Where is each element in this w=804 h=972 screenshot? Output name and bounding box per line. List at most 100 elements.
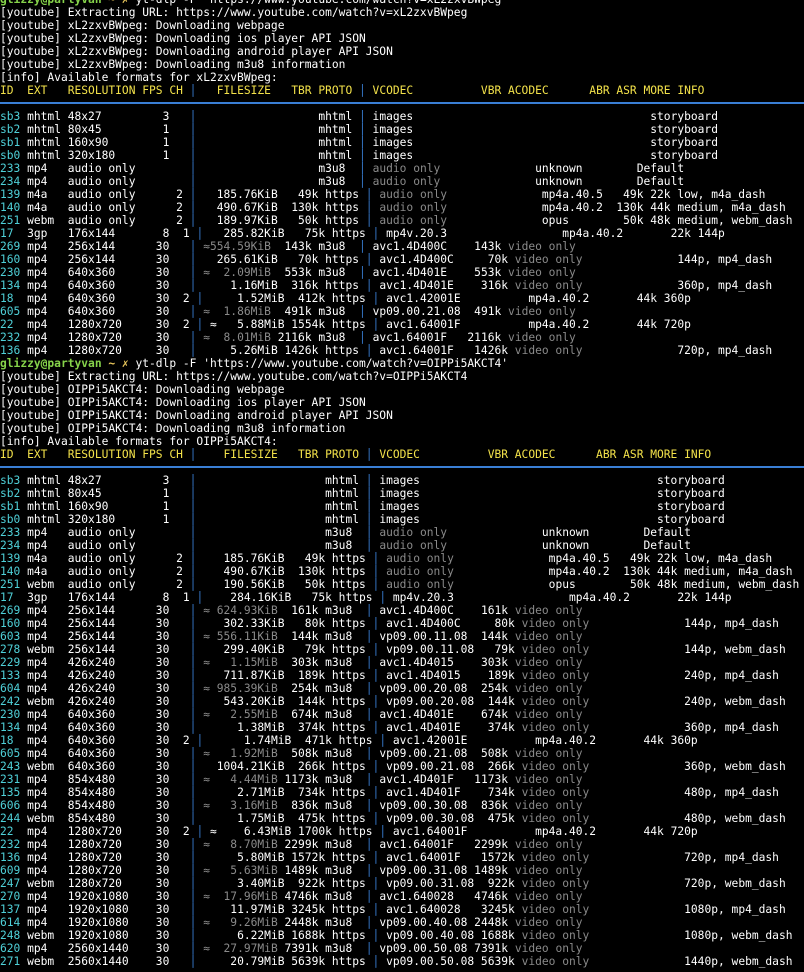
- format-id: 620: [0, 942, 21, 955]
- format-size: 20.79MiB 5639k https: [196, 955, 373, 968]
- format-codec-info: unknown Default: [440, 175, 685, 188]
- format-codec-info: mp4a.40.2 130k 44k medium, m4a_dash: [453, 565, 793, 578]
- format-codec-info: video only: [514, 916, 583, 929]
- format-codec-info: avc1.4D401F 1173k: [372, 773, 515, 786]
- format-codec-info: vp09.00.20.08 254k: [372, 682, 515, 695]
- format-size: 3.40MiB 922k https: [196, 877, 373, 890]
- column-pipe: │: [365, 214, 373, 227]
- format-codec-info: avc1.4D401E 316k: [372, 279, 515, 292]
- column-pipe: │: [365, 500, 373, 513]
- format-row: 230 mp4 640x360 30 │ ≈ 2.55MiB 674k m3u8…: [0, 708, 804, 721]
- format-codec-info: audio only: [386, 578, 454, 591]
- log-line: [youtube] OIPPi5AKCT4: Downloading m3u8 …: [0, 422, 346, 435]
- format-size: 1.38MiB 374k https: [196, 721, 373, 734]
- format-id: 606: [0, 799, 21, 812]
- format-codec-info: video only: [514, 656, 583, 669]
- prompt-user: glizzy@partyvan: [0, 357, 102, 370]
- column-pipe: │: [359, 84, 366, 97]
- format-codec-info: avc1.640028 3245k: [379, 903, 522, 916]
- format-size: 508k m3u8: [277, 747, 366, 760]
- format-size: 490.67KiB 130k https: [196, 201, 366, 214]
- format-row: 22 mp4 1280x720 30 2 │ ≈ 5.88MiB 1554k h…: [0, 318, 804, 331]
- format-size: ≈ 2.55MiB: [203, 708, 278, 721]
- format-id: 160: [0, 253, 21, 266]
- format-size: 674k m3u8: [277, 708, 366, 721]
- format-row: 17 3gp 176x144 8 1 │ 284.16KiB 75k https…: [0, 591, 804, 604]
- format-codec-info: mp4a.40.5 49k 22k low, m4a_dash: [447, 188, 766, 201]
- format-codec-info: video only: [514, 682, 583, 695]
- format-ext-res: mhtml 48x27 3: [20, 110, 190, 123]
- format-codec-info: video only: [508, 266, 576, 279]
- format-codec-info: video only: [508, 331, 576, 344]
- format-id: 17: [0, 227, 21, 240]
- format-size: 299.40KiB 79k https: [196, 643, 373, 656]
- format-ext-res: mp4 640x360 30: [20, 266, 190, 279]
- format-codec-info: 1080p, webm_dash: [589, 929, 793, 942]
- format-id: 251: [0, 214, 21, 227]
- rule-line: [0, 466, 804, 468]
- format-size: 553k m3u8: [270, 266, 360, 279]
- format-id: 139: [0, 552, 21, 565]
- format-id: 232: [0, 838, 21, 851]
- format-codec-info: audio only: [379, 539, 448, 552]
- format-ext-res: mp4 640x360 30 2: [20, 734, 197, 747]
- format-codec-info: unknown Default: [447, 526, 691, 539]
- format-codec-info: video only: [514, 344, 583, 357]
- format-codec-info: video only: [514, 708, 583, 721]
- format-codec-info: video only: [508, 305, 576, 318]
- format-row: 134 mp4 640x360 30 │ 1.38MiB 374k https …: [0, 721, 804, 734]
- format-size: 2116k m3u8: [270, 331, 360, 344]
- format-size: 190.56KiB 50k https: [196, 578, 373, 591]
- format-ext-res: mhtml 48x27 3: [20, 474, 190, 487]
- format-id: 603: [0, 630, 21, 643]
- format-size: 6.22MiB 1688k https: [196, 929, 373, 942]
- format-ext-res: mhtml 80x45 1: [20, 123, 190, 136]
- format-ext-res: mp4 640x360 30: [20, 305, 190, 318]
- column-pipe: │: [359, 266, 366, 279]
- format-row: 230 mp4 640x360 30 │ ≈ 2.09MiB 553k m3u8…: [0, 266, 804, 279]
- format-codec-info: vp09.00.21.08 508k: [372, 747, 515, 760]
- column-pipe: │: [365, 526, 373, 539]
- format-row: sb3 mhtml 48x27 3 │ mhtml │ images story…: [0, 110, 804, 123]
- format-codec-info: images storyboard: [365, 149, 718, 162]
- format-id: sb3: [0, 474, 21, 487]
- format-row: 234 mp4 audio only │ m3u8 │ audio only u…: [0, 539, 804, 552]
- format-codec-info: 1080p, mp4_dash: [589, 903, 786, 916]
- column-pipe: │: [365, 344, 373, 357]
- log-line: [youtube] Extracting URL: https://www.yo…: [0, 6, 468, 19]
- format-codec-info: video only: [521, 643, 590, 656]
- format-size: 1173k m3u8: [277, 773, 366, 786]
- format-id: sb2: [0, 123, 21, 136]
- format-row: 603 mp4 256x144 30 │ ≈ 556.11KiB 144k m3…: [0, 630, 804, 643]
- column-pipe: │: [365, 630, 373, 643]
- format-id: 233: [0, 526, 21, 539]
- format-codec-info: video only: [521, 617, 590, 630]
- log-line: [youtube] xL2zxvBWpeg: Downloading ios p…: [0, 32, 366, 45]
- format-ext-res: mp4 2560x1440 30: [20, 942, 190, 955]
- format-size: ≈ 9.26MiB: [203, 916, 278, 929]
- format-codec-info: audio only: [386, 552, 454, 565]
- format-id: 22: [0, 318, 21, 331]
- format-size: 1.52MiB 412k https: [203, 292, 373, 305]
- format-ext-res: mp4 854x480 30: [20, 786, 190, 799]
- format-size: 1489k m3u8: [277, 864, 366, 877]
- format-size: ≈ 985.39KiB: [203, 682, 278, 695]
- format-ext-res: mp4 1280x720 30: [20, 331, 190, 344]
- format-row: 605 mp4 640x360 30 │ ≈ 1.86MiB 491k m3u8…: [0, 305, 804, 318]
- format-codec-info: vp09.00.31.08 922k: [379, 877, 522, 890]
- format-codec-info: [366, 162, 373, 175]
- format-id: 270: [0, 890, 21, 903]
- format-ext-res: mp4 1280x720 30: [20, 344, 190, 357]
- format-codec-info: avc1.640028 4746k: [372, 890, 515, 903]
- format-ext-res: mp4 256x144 30: [20, 253, 190, 266]
- format-row: 242 webm 426x240 30 │ 543.20KiB 144k htt…: [0, 695, 804, 708]
- format-id: 136: [0, 851, 21, 864]
- format-ext-res: mp4 audio only: [20, 175, 190, 188]
- format-ext-res: mp4 256x144 30: [20, 617, 190, 630]
- column-pipe: │: [365, 604, 373, 617]
- format-id: 139: [0, 188, 21, 201]
- format-size: mhtml: [196, 500, 366, 513]
- format-id: 133: [0, 669, 21, 682]
- format-size: 185.76KiB 49k https: [196, 552, 373, 565]
- format-codec-info: avc1.4D400C 143k: [365, 240, 509, 253]
